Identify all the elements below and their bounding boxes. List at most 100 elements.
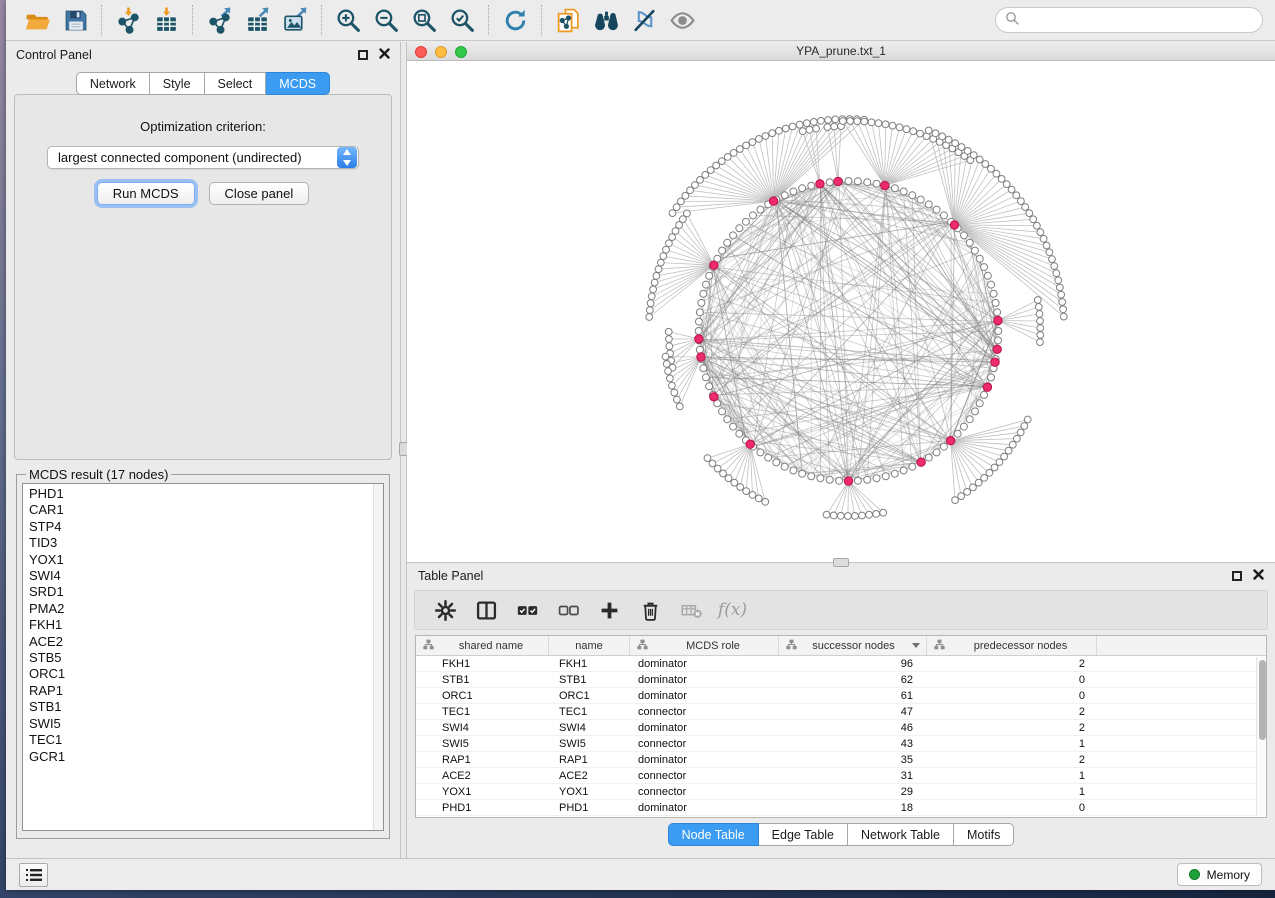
table-row[interactable]: SWI4SWI4dominator462	[416, 720, 1266, 736]
tab-network-table[interactable]: Network Table	[848, 823, 954, 846]
cell-predecessor-nodes[interactable]: 0	[927, 674, 1097, 686]
vertical-splitter[interactable]	[400, 42, 407, 858]
cell-MCDS-role[interactable]: dominator	[630, 690, 779, 702]
mcds-result-item[interactable]: RAP1	[29, 683, 383, 699]
mcds-result-item[interactable]: STB5	[29, 650, 383, 666]
cell-successor-nodes[interactable]: 46	[779, 722, 927, 734]
maximize-window-icon[interactable]	[455, 46, 467, 58]
float-table-panel-button[interactable]	[1232, 571, 1242, 581]
tab-node-table[interactable]: Node Table	[668, 823, 759, 846]
cell-predecessor-nodes[interactable]: 2	[927, 706, 1097, 718]
network-canvas[interactable]	[407, 61, 1275, 562]
table-row[interactable]: YOX1YOX1connector291	[416, 784, 1266, 800]
column-settings-icon[interactable]	[425, 593, 466, 627]
column-header-MCDS-role[interactable]: MCDS role	[630, 636, 779, 655]
cell-successor-nodes[interactable]: 29	[779, 786, 927, 798]
memory-button[interactable]: Memory	[1177, 863, 1262, 886]
cell-name[interactable]: YOX1	[549, 786, 630, 798]
cell-name[interactable]: PHD1	[549, 802, 630, 814]
import-network-icon[interactable]	[109, 3, 147, 37]
tab-mcds[interactable]: MCDS	[266, 72, 330, 95]
mcds-result-item[interactable]: TEC1	[29, 732, 383, 748]
cell-shared-name[interactable]: STB1	[416, 674, 549, 686]
mcds-result-item[interactable]: STB1	[29, 699, 383, 715]
tab-style[interactable]: Style	[150, 72, 205, 95]
table-scrollbar[interactable]	[1256, 657, 1266, 816]
close-panel-button[interactable]: Close panel	[209, 182, 310, 205]
mcds-result-item[interactable]: YOX1	[29, 552, 383, 568]
delete-table-icon[interactable]	[671, 593, 712, 627]
cell-name[interactable]: SWI4	[549, 722, 630, 734]
refresh-layout-icon[interactable]	[496, 3, 534, 37]
mcds-result-item[interactable]: PHD1	[29, 486, 383, 502]
cell-name[interactable]: TEC1	[549, 706, 630, 718]
split-panel-icon[interactable]	[466, 593, 507, 627]
float-panel-button[interactable]	[358, 50, 368, 60]
export-table-icon[interactable]	[238, 3, 276, 37]
show-hide-panel-icon[interactable]	[663, 3, 701, 37]
cell-MCDS-role[interactable]: connector	[630, 706, 779, 718]
cell-predecessor-nodes[interactable]: 0	[927, 690, 1097, 702]
task-history-button[interactable]	[19, 863, 48, 887]
cell-shared-name[interactable]: ORC1	[416, 690, 549, 702]
clone-network-icon[interactable]	[549, 3, 587, 37]
cell-successor-nodes[interactable]: 43	[779, 738, 927, 750]
mcds-result-item[interactable]: SWI5	[29, 716, 383, 732]
close-panel-icon[interactable]	[379, 48, 390, 62]
cell-successor-nodes[interactable]: 61	[779, 690, 927, 702]
mcds-result-item[interactable]: STP4	[29, 519, 383, 535]
column-header-successor-nodes[interactable]: successor nodes	[779, 636, 927, 655]
cell-successor-nodes[interactable]: 47	[779, 706, 927, 718]
tab-select[interactable]: Select	[205, 72, 267, 95]
cell-predecessor-nodes[interactable]: 0	[927, 802, 1097, 814]
zoom-selected-icon[interactable]	[443, 3, 481, 37]
cell-predecessor-nodes[interactable]: 2	[927, 658, 1097, 670]
node-table[interactable]: shared namenameMCDS rolesuccessor nodesp…	[415, 635, 1267, 818]
cell-MCDS-role[interactable]: dominator	[630, 802, 779, 814]
delete-column-icon[interactable]	[630, 593, 671, 627]
cell-name[interactable]: STB1	[549, 674, 630, 686]
cell-shared-name[interactable]: RAP1	[416, 754, 549, 766]
cell-successor-nodes[interactable]: 18	[779, 802, 927, 814]
close-window-icon[interactable]	[415, 46, 427, 58]
cell-name[interactable]: ACE2	[549, 770, 630, 782]
mcds-result-item[interactable]: PMA2	[29, 601, 383, 617]
table-row[interactable]: ACE2ACE2connector311	[416, 768, 1266, 784]
search-neighbors-icon[interactable]	[587, 3, 625, 37]
tab-edge-table[interactable]: Edge Table	[759, 823, 848, 846]
table-row[interactable]: PHD1PHD1dominator180	[416, 800, 1266, 816]
export-network-icon[interactable]	[200, 3, 238, 37]
open-session-icon[interactable]	[18, 3, 56, 37]
cell-predecessor-nodes[interactable]: 2	[927, 754, 1097, 766]
sort-indicator-icon[interactable]	[912, 643, 920, 648]
table-row[interactable]: SWI5SWI5connector431	[416, 736, 1266, 752]
optimization-criterion-dropdown[interactable]: largest connected component (undirected)	[47, 146, 359, 169]
table-row[interactable]: ORC1ORC1dominator610	[416, 688, 1266, 704]
column-header-predecessor-nodes[interactable]: predecessor nodes	[927, 636, 1097, 655]
search-box[interactable]	[995, 7, 1263, 33]
run-mcds-button[interactable]: Run MCDS	[97, 182, 195, 205]
save-session-icon[interactable]	[56, 3, 94, 37]
mcds-result-item[interactable]: SWI4	[29, 568, 383, 584]
cell-predecessor-nodes[interactable]: 1	[927, 738, 1097, 750]
mcds-result-item[interactable]: SRD1	[29, 584, 383, 600]
cell-name[interactable]: SWI5	[549, 738, 630, 750]
cell-successor-nodes[interactable]: 96	[779, 658, 927, 670]
cell-shared-name[interactable]: FKH1	[416, 658, 549, 670]
cell-MCDS-role[interactable]: dominator	[630, 754, 779, 766]
cell-MCDS-role[interactable]: connector	[630, 770, 779, 782]
mcds-result-item[interactable]: FKH1	[29, 617, 383, 633]
network-graph[interactable]	[407, 61, 1275, 562]
cell-shared-name[interactable]: SWI5	[416, 738, 549, 750]
network-frame-titlebar[interactable]: YPA_prune.txt_1	[407, 42, 1275, 61]
function-builder-icon[interactable]: f(x)	[712, 593, 753, 627]
cell-name[interactable]: RAP1	[549, 754, 630, 766]
cell-MCDS-role[interactable]: connector	[630, 738, 779, 750]
export-image-icon[interactable]	[276, 3, 314, 37]
zoom-out-icon[interactable]	[367, 3, 405, 37]
add-column-icon[interactable]	[589, 593, 630, 627]
mcds-result-list[interactable]: PHD1CAR1STP4TID3YOX1SWI4SRD1PMA2FKH1ACE2…	[22, 483, 384, 831]
cell-shared-name[interactable]: TEC1	[416, 706, 549, 718]
cell-successor-nodes[interactable]: 31	[779, 770, 927, 782]
mcds-result-item[interactable]: TID3	[29, 535, 383, 551]
